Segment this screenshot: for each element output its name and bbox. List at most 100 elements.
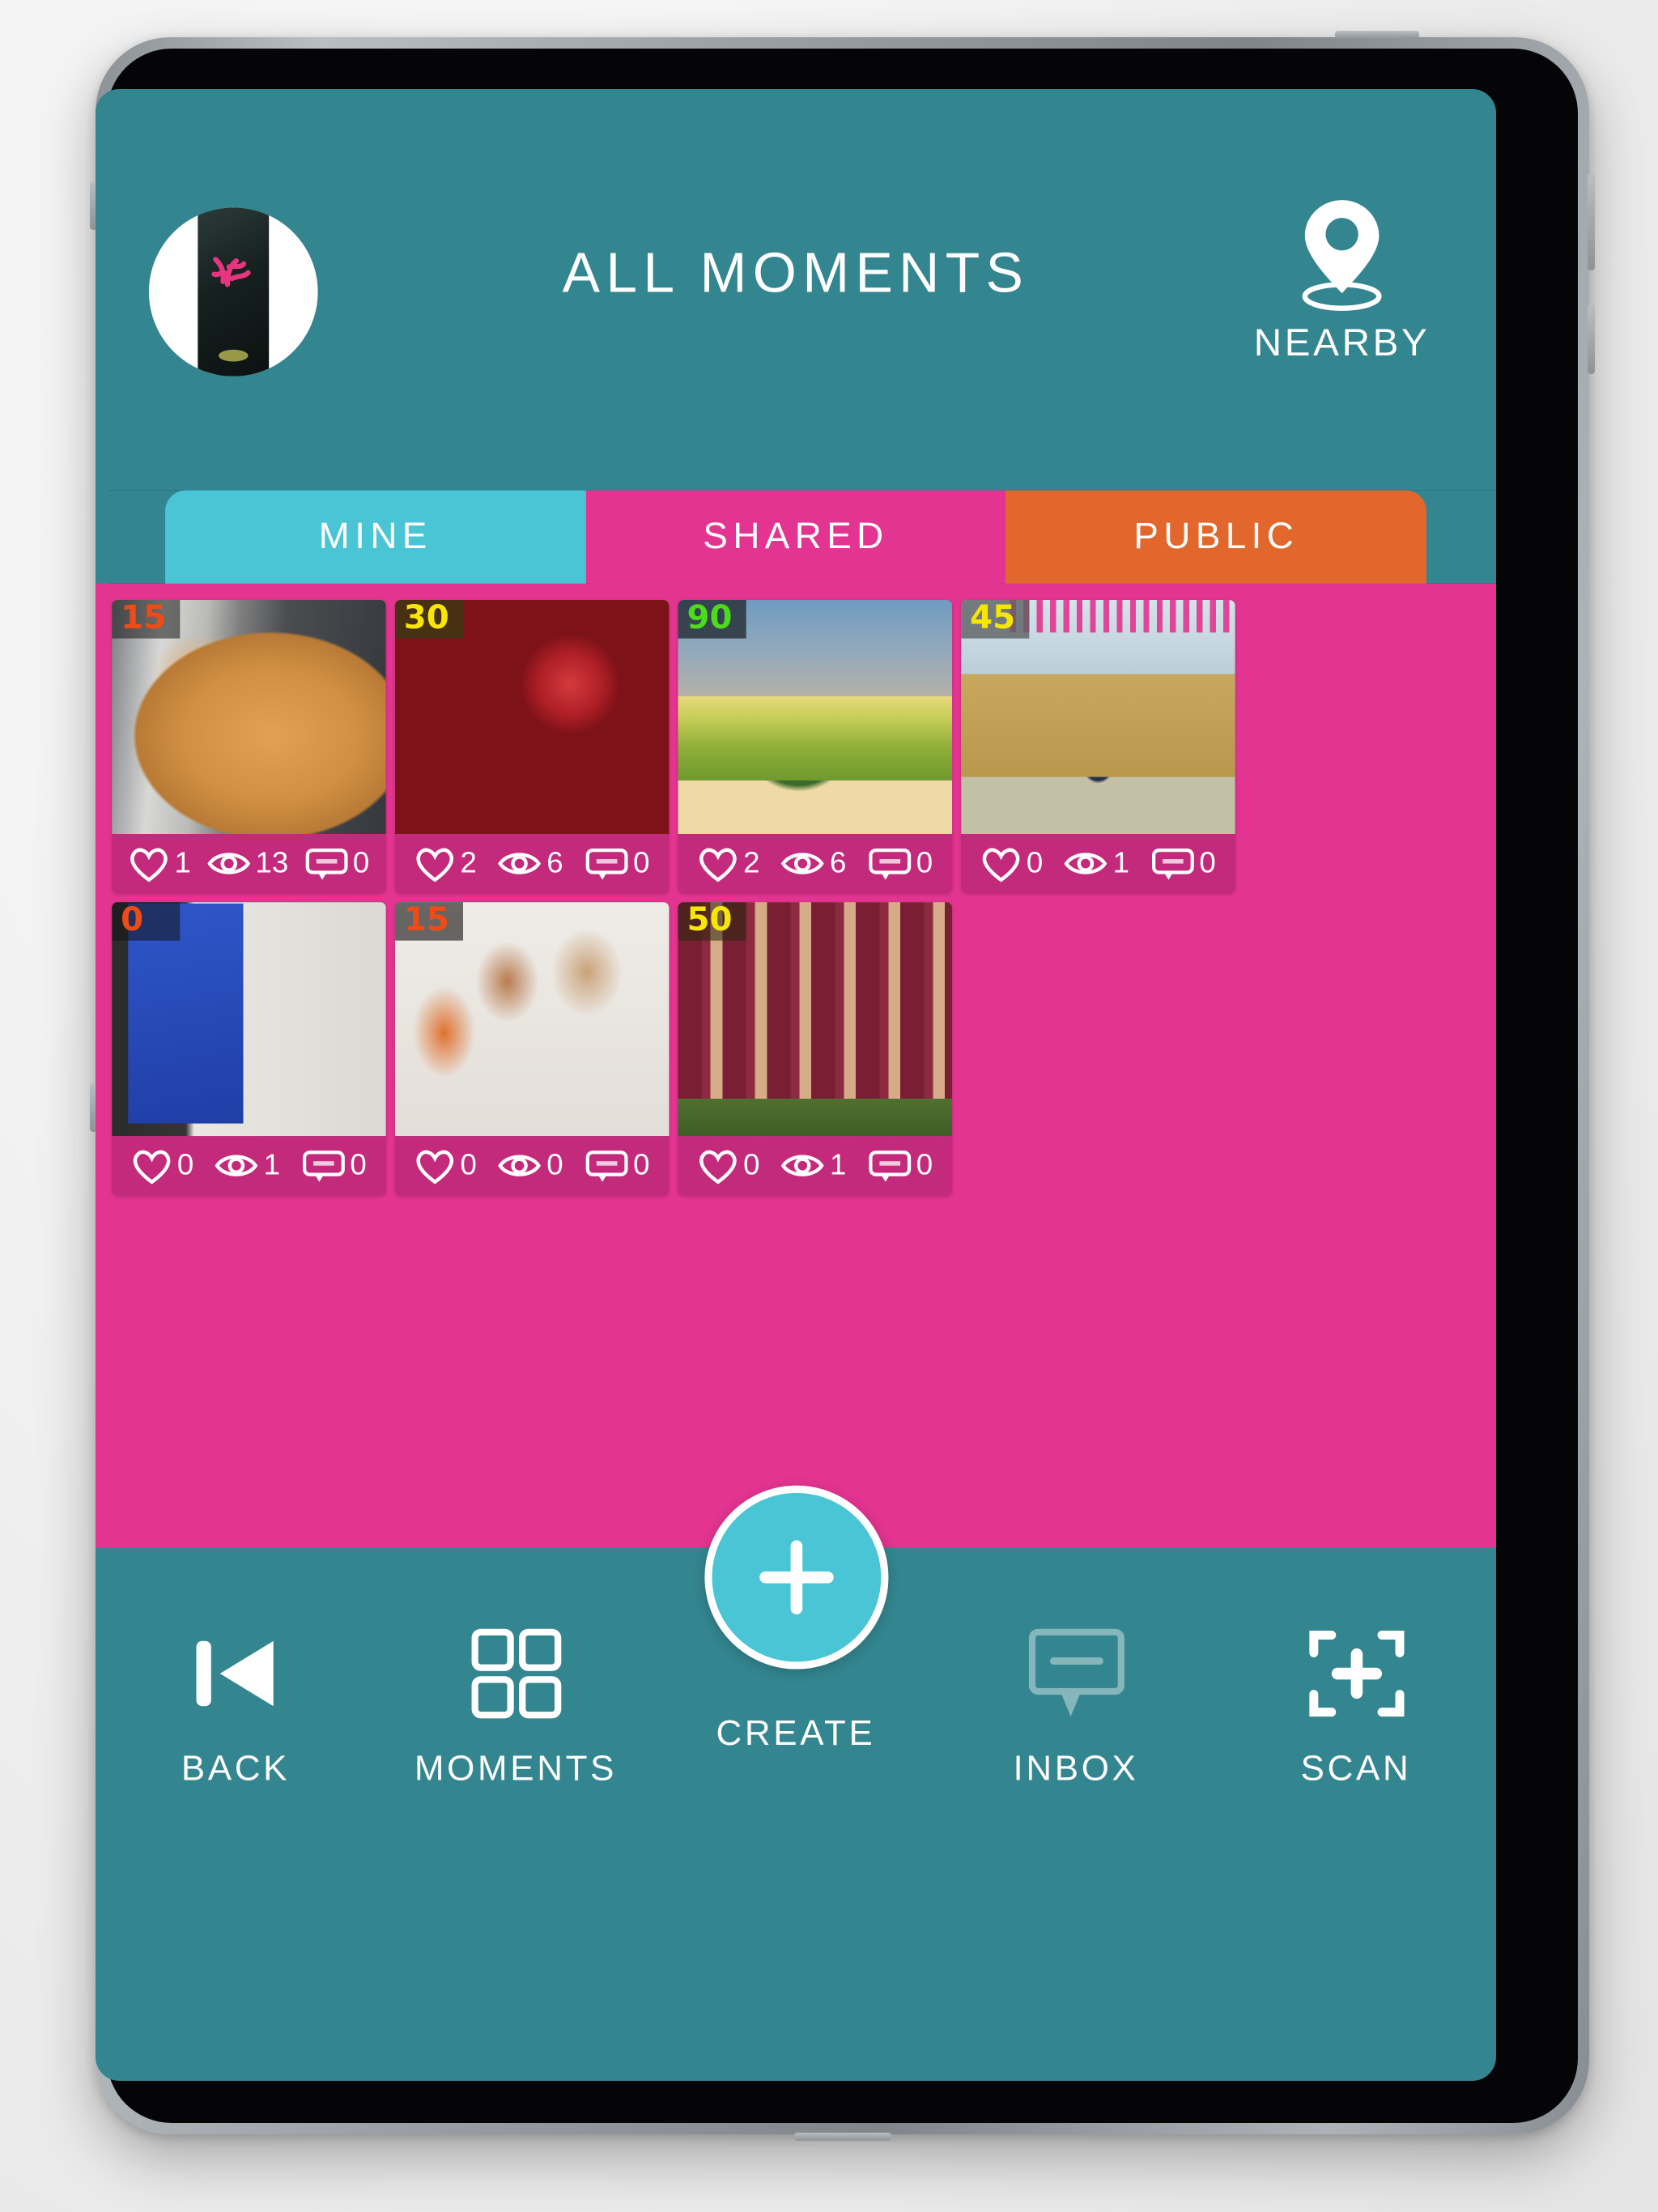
moment-image-text-overlay [1010,600,1231,633]
likes-stat[interactable]: 2 [414,845,477,883]
views-count: 1 [263,1149,281,1182]
moment-card[interactable]: 90 2 6 0 [678,600,953,894]
nav-moments-label: MOMENTS [414,1749,618,1789]
likes-count: 0 [1026,847,1044,880]
comments-count: 0 [633,847,650,880]
moment-card[interactable]: 15 0 0 0 [394,902,670,1196]
nav-moments[interactable]: MOMENTS [376,1616,656,1791]
likes-count: 0 [176,1149,194,1182]
app-header: ALL MOMENTS NEARBY [96,89,1496,491]
likes-count: 0 [460,1149,477,1182]
nearby-button[interactable]: NEARBY [1238,196,1445,366]
tab-public[interactable]: PUBLIC [1005,490,1426,584]
plus-circle-icon[interactable] [704,1485,888,1670]
comments-count: 0 [916,847,933,880]
bottom-navigation-bar: BACK MOMENTS CREATE INBOX SCAN [96,1485,1496,2081]
comment-bubble-icon [585,846,629,882]
views-stat[interactable]: 1 [1064,847,1129,879]
bottom-antenna-nub [793,2133,891,2141]
moment-stats: 0 1 0 [112,1136,386,1195]
eye-icon [498,1150,542,1182]
heart-icon [980,845,1022,883]
comments-count: 0 [916,1149,933,1182]
eye-icon [498,847,542,879]
comments-stat[interactable]: 0 [585,846,650,882]
moment-badge: 0 [112,902,181,941]
tab-shared[interactable]: SHARED [585,490,1006,584]
likes-stat[interactable]: 0 [131,1147,193,1185]
nav-scan-label: SCAN [1300,1749,1412,1789]
comment-bubble-icon [1150,846,1195,882]
comment-bubble-icon [585,1148,629,1184]
nav-create-label: CREATE [716,1713,876,1754]
heart-icon [697,1147,738,1185]
nav-back[interactable]: BACK [96,1616,376,1791]
views-count: 0 [546,1149,563,1182]
moment-thumbnail: 90 [678,600,953,834]
moments-grid: 15 1 13 0 30 2 6 0 90 2 6 0 45 0 1 0 0 0… [112,600,1480,1196]
views-count: 1 [1112,847,1129,880]
moment-badge: 90 [678,600,746,639]
comment-bubble-icon [301,1148,346,1184]
comments-stat[interactable]: 0 [301,1148,367,1184]
tab-bar: MINE SHARED PUBLIC [96,490,1496,584]
comments-stat[interactable]: 0 [585,1148,650,1184]
likes-count: 2 [460,847,477,880]
comment-bubble-icon [304,846,348,882]
comments-stat[interactable]: 0 [867,846,933,882]
views-stat[interactable]: 1 [215,1150,280,1182]
scan-frame-plus-icon [1216,1616,1496,1732]
comment-bubble-icon [867,846,912,882]
comment-bubble-icon [867,1148,912,1184]
grid-squares-icon [376,1616,656,1732]
likes-stat[interactable]: 0 [414,1147,477,1185]
nav-back-label: BACK [181,1749,291,1789]
moment-stats: 2 6 0 [678,834,952,893]
skip-back-icon [96,1616,376,1732]
comments-count: 0 [633,1149,650,1182]
moment-card[interactable]: 0 0 1 0 [112,902,386,1196]
eye-icon [1064,847,1108,879]
views-stat[interactable]: 6 [498,847,563,879]
comments-stat[interactable]: 0 [1150,846,1216,882]
eye-icon [781,1150,826,1182]
power-button-nub[interactable] [1588,173,1595,270]
heart-icon [414,845,456,883]
moment-thumbnail: 45 [961,600,1235,834]
app-screen: ALL MOMENTS NEARBY MINE SHARED PUBLIC 15… [96,89,1496,2081]
nav-scan[interactable]: SCAN [1216,1616,1496,1791]
moment-thumbnail: 30 [394,600,670,834]
eye-icon [215,1150,259,1182]
likes-stat[interactable]: 2 [697,845,760,883]
moment-card[interactable]: 45 0 1 0 [961,600,1235,894]
comments-stat[interactable]: 0 [304,846,369,882]
top-antenna-nub [1335,31,1419,39]
moment-badge: 50 [678,902,746,941]
views-stat[interactable]: 1 [781,1150,846,1182]
volume-button-nub[interactable] [1588,304,1595,374]
moment-stats: 1 13 0 [112,834,386,893]
moment-badge: 15 [112,600,181,639]
views-stat[interactable]: 6 [781,847,847,880]
views-stat[interactable]: 13 [206,847,288,879]
moment-card[interactable]: 15 1 13 0 [112,600,386,894]
moment-badge: 30 [394,600,464,639]
comments-stat[interactable]: 0 [867,1148,933,1184]
comments-count: 0 [350,1149,367,1182]
moment-thumbnail: 15 [112,600,386,834]
moment-thumbnail: 50 [678,902,953,1137]
tab-mine[interactable]: MINE [165,490,586,584]
views-stat[interactable]: 0 [498,1150,563,1182]
likes-count: 0 [743,1149,760,1182]
likes-stat[interactable]: 1 [129,845,191,883]
nav-inbox[interactable]: INBOX [936,1616,1216,1791]
likes-stat[interactable]: 0 [697,1147,760,1185]
moment-card[interactable]: 30 2 6 0 [394,600,670,894]
moment-card[interactable]: 50 0 1 0 [678,902,953,1196]
heart-icon [697,845,738,883]
eye-icon [206,847,251,879]
moment-stats: 0 0 0 [395,1136,670,1195]
nav-inbox-label: INBOX [1013,1749,1139,1789]
views-count: 6 [829,847,847,880]
likes-stat[interactable]: 0 [980,845,1043,883]
